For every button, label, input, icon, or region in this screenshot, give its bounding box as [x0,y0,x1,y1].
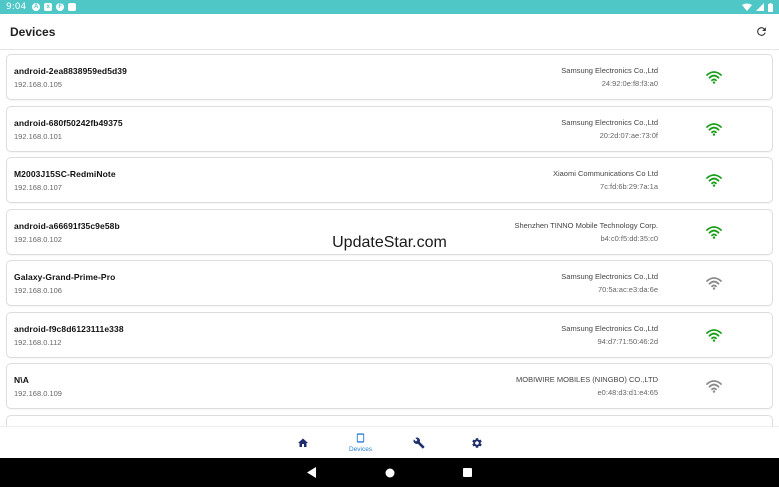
notification-a-icon: A [32,3,41,11]
app-bar: Devices [0,14,779,50]
device-name: Galaxy-Grand-Prime-Pro [14,272,116,282]
battery-icon [768,2,773,12]
device-ip: 192.168.0.106 [14,286,62,295]
device-name: android-f9c8d6123111e338 [14,323,124,334]
nav-tools[interactable] [390,427,448,459]
device-name: M2003J15SC-RedmiNote [14,169,116,179]
refresh-icon [756,27,766,36]
home-button[interactable] [382,465,398,481]
device-vendor: Samsung Electronics Co.,Ltd [561,117,658,127]
signal-status-icon [756,3,764,11]
device-list[interactable]: android-2ea8838959ed5d39 192.168.0.105 S… [6,54,773,426]
nav-devices-label: Devices [348,446,373,453]
device-card[interactable]: android-680f50242fb49375 192.168.0.101 S… [6,105,773,152]
device-ip: 192.168.0.112 [14,337,62,347]
tablet-icon [356,433,365,443]
wifi-signal-icon [706,70,722,84]
device-vendor: Xiaomi Communications Co Ltd [552,169,658,178]
notification-f-icon: F [56,3,65,11]
gear-icon [471,437,482,448]
device-mac: 94:d7:71:50:46:2d [597,336,658,346]
wifi-signal-icon [706,122,722,136]
wrench-icon [412,437,424,448]
device-mac: 20:2d:07:ae:73:0f [599,130,658,140]
status-bar: 9:04 A x F [0,0,779,14]
device-ip: 192.168.0.102 [14,234,62,244]
device-mac: 24:92:0e:f8:f3:a0 [601,79,658,88]
nav-devices[interactable]: Devices [332,427,390,459]
device-card[interactable]: android-a66691f35c9e58b 192.168.0.102 Sh… [6,208,773,255]
device-mac: e0:48:d3:d1:e4:65 [597,388,658,397]
device-card[interactable] [6,414,773,426]
device-vendor: Samsung Electronics Co.,Ltd [561,323,658,333]
device-name: N\A [14,375,29,385]
device-name: android-2ea8838959ed5d39 [14,66,127,76]
wifi-signal-icon [706,379,722,393]
back-button[interactable] [304,465,320,481]
device-mac: 70:5a:ac:e3:da:6e [597,285,658,294]
device-name: android-680f50242fb49375 [14,117,123,128]
device-vendor: Shenzhen TINNO Mobile Technology Corp. [514,220,658,230]
status-time: 9:04 [6,2,27,12]
notification-x-icon: x [44,3,53,11]
notification-file-icon [68,3,77,11]
bottom-nav: Devices [0,426,779,458]
device-card[interactable]: Galaxy-Grand-Prime-Pro 192.168.0.106 Sam… [6,260,773,306]
system-nav-bar [0,458,779,487]
device-vendor: Samsung Electronics Co.,Ltd [561,272,658,281]
wifi-signal-icon [706,173,722,187]
device-vendor: MOBIWIRE MOBILES (NINGBO) CO.,LTD [516,375,658,384]
device-ip: 192.168.0.101 [14,131,62,141]
device-card[interactable]: M2003J15SC-RedmiNote 192.168.0.107 Xiaom… [6,157,773,203]
device-mac: b4:c0:f5:dd:35:c0 [600,233,658,243]
back-triangle-icon [306,467,316,478]
nav-settings[interactable] [448,427,506,459]
device-card[interactable]: N\A 192.168.0.109 MOBIWIRE MOBILES (NING… [6,363,773,409]
device-ip: 192.168.0.109 [14,389,62,398]
notification-icons: A x F [32,3,77,11]
device-name: android-a66691f35c9e58b [14,220,120,231]
wifi-signal-icon [706,328,722,342]
device-vendor: Samsung Electronics Co.,Ltd [561,66,658,75]
page-title: Devices [10,24,56,39]
home-icon [297,438,308,447]
recents-button[interactable] [460,465,476,481]
home-circle-icon [385,468,394,477]
device-mac: 7c:fd:6b:29:7a:1a [600,182,658,191]
device-ip: 192.168.0.105 [14,80,62,89]
device-card[interactable]: android-f9c8d6123111e338 192.168.0.112 S… [6,311,773,358]
recents-square-icon [463,468,472,477]
wifi-signal-icon [706,276,722,290]
refresh-button[interactable] [753,24,769,40]
nav-home[interactable] [274,427,332,459]
device-card[interactable]: android-2ea8838959ed5d39 192.168.0.105 S… [6,54,773,100]
wifi-signal-icon [706,225,722,239]
wifi-status-icon [742,3,752,11]
system-status-icons [742,2,773,12]
device-ip: 192.168.0.107 [14,183,62,192]
